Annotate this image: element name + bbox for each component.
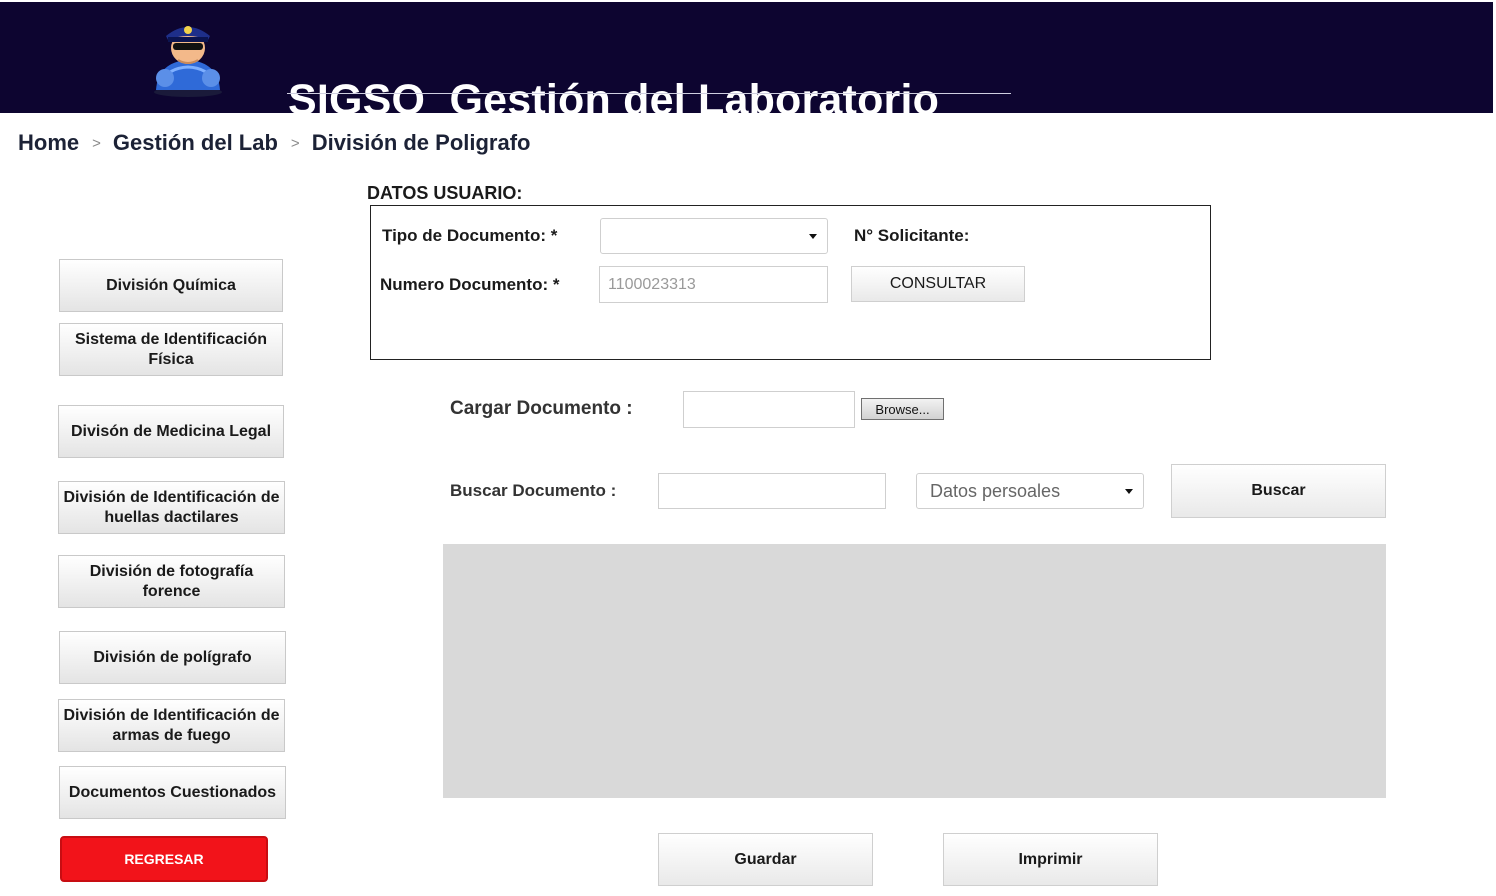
doc-number-label: Numero Documento: * — [380, 275, 560, 294]
sidebar-item-poligrafo[interactable]: División de polígrafo — [59, 631, 286, 684]
chevron-down-icon — [809, 234, 817, 239]
results-panel — [443, 544, 1386, 798]
app-header: SIGSO Gestión del Laboratorio de Crimina… — [0, 2, 1493, 221]
sidebar-item-division-quimica[interactable]: División Química — [59, 259, 283, 312]
search-input[interactable] — [658, 473, 886, 509]
sidebar-item-huellas-dactilares[interactable]: División de Identificación de huellas da… — [58, 481, 285, 534]
save-button[interactable]: Guardar — [658, 833, 873, 886]
search-filter-value: Datos persoales — [930, 481, 1061, 501]
search-button[interactable]: Buscar — [1171, 464, 1386, 518]
sidebar-item-medicina-legal[interactable]: Divisón de Medicina Legal — [58, 405, 284, 458]
chevron-down-icon — [1125, 489, 1133, 494]
app-title-line-1: SIGSO Gestión del Laboratorio — [288, 76, 940, 124]
search-label: Buscar Documento : — [450, 481, 617, 500]
breadcrumb: Home > Gestión del Lab > División de Pol… — [18, 128, 531, 158]
upload-label: Cargar Documento : — [450, 398, 633, 419]
police-officer-icon — [148, 12, 228, 98]
breadcrumb-home[interactable]: Home — [18, 130, 79, 156]
browse-button[interactable]: Browse... — [861, 398, 944, 420]
section-title-user-data: DATOS USUARIO: — [367, 183, 523, 203]
sidebar-item-documentos-cuestionados[interactable]: Documentos Cuestionados — [59, 766, 286, 819]
search-filter-select[interactable]: Datos persoales — [916, 473, 1144, 509]
breadcrumb-current: División de Poligrafo — [311, 130, 531, 155]
consult-button[interactable]: CONSULTAR — [851, 266, 1025, 302]
title-underline — [287, 93, 1011, 94]
upload-file-field[interactable] — [683, 391, 855, 428]
doc-number-input[interactable] — [599, 266, 828, 303]
sidebar-item-fotografia-forence[interactable]: División de fotografía forence — [58, 555, 285, 608]
sidebar-item-identificacion-fisica[interactable]: Sistema de Identificación Física — [59, 323, 283, 376]
doc-type-label: Tipo de Documento: * — [382, 226, 558, 245]
sidebar-item-armas-de-fuego[interactable]: División de Identificación de armas de f… — [58, 699, 285, 752]
doc-type-select[interactable] — [600, 218, 828, 254]
print-button[interactable]: Imprimir — [943, 833, 1158, 886]
breadcrumb-separator: > — [92, 134, 101, 152]
breadcrumb-separator: > — [290, 134, 300, 152]
breadcrumb-lab[interactable]: Gestión del Lab — [113, 130, 278, 156]
requester-label: N° Solicitante: — [854, 226, 970, 245]
back-button[interactable]: REGRESAR — [60, 836, 268, 882]
